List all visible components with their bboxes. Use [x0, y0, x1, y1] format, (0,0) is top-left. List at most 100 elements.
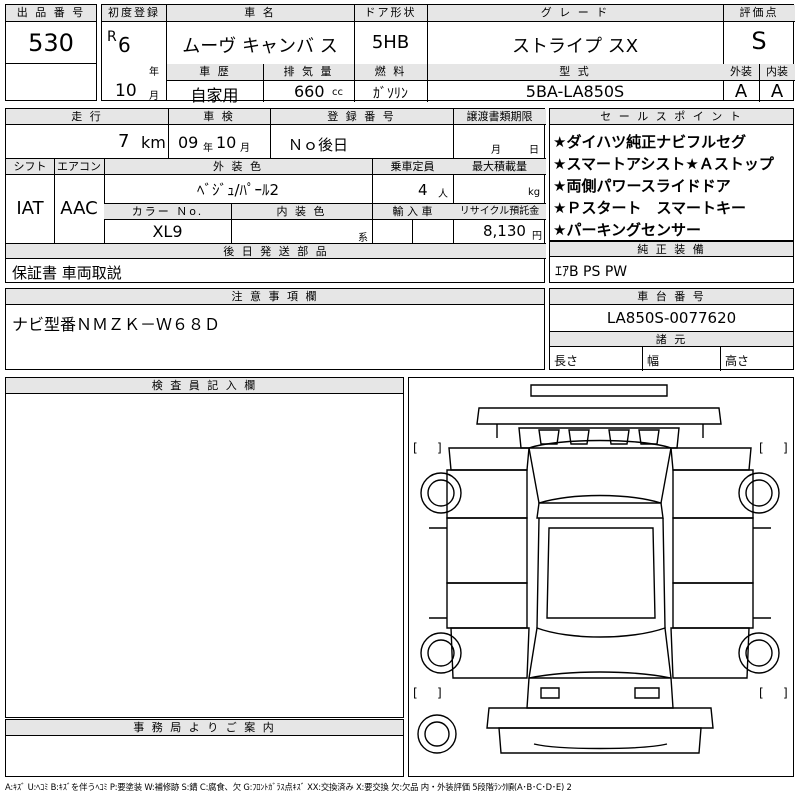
office-label: 事 務 局 よ り ご 案 内: [6, 720, 403, 736]
sales-point-3: ★両側パワースライドドア: [553, 177, 731, 195]
interior-score-label: 内装: [759, 64, 795, 81]
capacity-value: 4: [418, 181, 428, 199]
notes-value: ナビ型番ＮＭＺＫ－Ｗ６８Ｄ: [12, 315, 221, 334]
history-value: 自家用: [190, 86, 239, 105]
reg-no-value: Ｎｏ後日: [288, 136, 349, 154]
inspection-month: 10: [216, 133, 237, 152]
interior-score-value: A: [770, 81, 784, 102]
detail-box: 走 行 車 検 登 録 番 号 譲渡書類期限 7 km 09 年 10 月 Ｎｏ…: [5, 108, 546, 283]
fuel-label: 燃 料: [354, 64, 427, 81]
grade-label: グ レ ー ド: [427, 5, 723, 22]
sales-point-4: ★Ｐスタート スマートキー: [553, 199, 746, 217]
bracket-1: [: [413, 441, 418, 455]
later-parts-value: 保証書 車両取説: [12, 264, 122, 282]
std-equipment-label: 純 正 装 備: [550, 242, 793, 257]
capacity-unit: 人: [438, 189, 448, 200]
legend-text: A:ｷｽﾞ U:ﾍｺﾐ B:ｷｽﾞを伴うﾍｺﾐ P:要塗装 W:補修跡 S:錆 …: [5, 782, 572, 792]
chassis-label: 車 台 番 号: [550, 289, 793, 305]
displacement-unit: cc: [332, 87, 343, 98]
shift-value: IAT: [16, 198, 44, 219]
first-reg-month-unit: 月: [149, 91, 159, 102]
notes-box: 注 意 事 項 欄 ナビ型番ＮＭＺＫ－Ｗ６８Ｄ: [5, 288, 545, 370]
notes-label: 注 意 事 項 欄: [6, 289, 544, 305]
inspector-box: 検 査 員 記 入 欄: [5, 377, 404, 718]
max-load-label: 最大積載量: [453, 159, 546, 175]
recycle-unit: 円: [532, 231, 542, 242]
score-label: 評価点: [723, 5, 795, 22]
car-diagram-box: [ ] [ ] [ ] [ ]: [408, 377, 794, 777]
import-label: 輸 入 車: [372, 204, 453, 220]
std-equipment-box: 純 正 装 備 ｴｱB PS PW: [549, 241, 794, 283]
door-label: ドア形状: [354, 5, 427, 22]
bracket-4: ]: [783, 441, 788, 455]
std-equipment-value: ｴｱB PS PW: [555, 264, 628, 280]
bracket-2: ]: [437, 441, 442, 455]
transfer-docs-label: 譲渡書類期限: [453, 109, 546, 125]
sales-points-box: セ ー ル ス ポ イ ン ト ★ダイハツ純正ナビフルセグ ★スマートアシスト★…: [549, 108, 794, 241]
specs-length: 長さ: [554, 354, 579, 368]
transfer-docs-day: 日: [529, 145, 539, 156]
ext-color-label: 外 装 色: [104, 159, 372, 175]
specs-label: 諸 元: [550, 332, 793, 347]
aircon-label: エアコン: [54, 159, 104, 175]
int-color-label: 内 装 色: [231, 204, 372, 220]
first-reg-year: 6: [118, 33, 131, 57]
car-name-value: ムーヴ キャンバ ス: [182, 36, 338, 57]
color-no-value: XL9: [152, 222, 183, 241]
car-name-label: 車 名: [166, 5, 354, 22]
bracket-6: ]: [437, 686, 442, 700]
specs-width: 幅: [647, 354, 660, 368]
bracket-7: [: [759, 686, 764, 700]
first-reg-era: R: [107, 29, 117, 45]
mileage-label: 走 行: [6, 109, 168, 125]
later-parts-label: 後 日 発 送 部 品: [6, 244, 546, 259]
lot-number-label: 出 品 番 号: [6, 5, 96, 22]
max-load-unit: kg: [528, 187, 541, 198]
sales-point-5: ★パーキングセンサー: [553, 221, 701, 239]
history-label: 車 歴: [167, 64, 263, 81]
inspection-year-unit: 年: [203, 143, 213, 154]
lot-number-box: 出 品 番 号 530: [5, 4, 97, 101]
reg-no-label: 登 録 番 号: [270, 109, 453, 125]
displacement-value: 660: [294, 82, 325, 101]
sales-points-label: セ ー ル ス ポ イ ン ト: [550, 109, 793, 125]
recycle-label: リサイクル預託金: [453, 204, 546, 220]
aircon-value: AAC: [60, 198, 98, 219]
mileage-unit: km: [141, 133, 166, 152]
sales-point-1: ★ダイハツ純正ナビフルセグ: [553, 133, 747, 151]
bracket-5: [: [413, 686, 418, 700]
int-color-unit: 系: [358, 233, 368, 244]
exterior-score-label: 外装: [723, 64, 759, 81]
shift-label: シフト: [6, 159, 54, 175]
bracket-8: ]: [783, 686, 788, 700]
lot-number-value: 530: [28, 29, 74, 57]
bracket-3: [: [759, 441, 764, 455]
first-reg-year-unit: 年: [149, 67, 159, 78]
inspection-month-unit: 月: [240, 143, 250, 154]
vehicle-header-box: 初度登録 車 名 ドア形状 グ レ ー ド 評価点 R 6 年 10 月 ムーヴ…: [101, 4, 795, 105]
exterior-score-value: A: [734, 81, 748, 102]
ext-color-value: ﾍﾞｼﾞｭ/ﾊﾟｰﾙ2: [196, 181, 280, 199]
model-value: 5BA-LA850S: [525, 82, 625, 101]
grade-value: ストライプ スX: [511, 36, 639, 57]
recycle-value: 8,130: [483, 222, 526, 240]
color-no-label: カラー Ｎo.: [104, 204, 231, 220]
office-box: 事 務 局 よ り ご 案 内: [5, 719, 404, 777]
car-diagram: [ ] [ ] [ ] [ ]: [413, 384, 788, 754]
door-value: 5HB: [371, 32, 410, 53]
first-reg-month: 10: [115, 81, 137, 101]
mileage-value: 7: [118, 131, 130, 152]
inspector-label: 検 査 員 記 入 欄: [6, 378, 403, 394]
model-label: 型 式: [427, 64, 723, 81]
chassis-box: 車 台 番 号 LA850S-0077620 諸 元 長さ 幅 高さ: [549, 288, 794, 371]
displacement-label: 排 気 量: [263, 64, 354, 81]
fuel-value: ｶﾞｿﾘﾝ: [373, 86, 408, 102]
transfer-docs-month: 月: [491, 145, 501, 156]
score-value: S: [751, 27, 767, 55]
inspection-year: 09: [178, 133, 199, 152]
specs-height: 高さ: [725, 354, 750, 368]
chassis-value: LA850S-0077620: [606, 309, 737, 327]
sales-point-2: ★スマートアシスト★Ａストップ: [553, 155, 774, 173]
inspection-label: 車 検: [168, 109, 270, 125]
first-reg-label: 初度登録: [102, 5, 166, 22]
